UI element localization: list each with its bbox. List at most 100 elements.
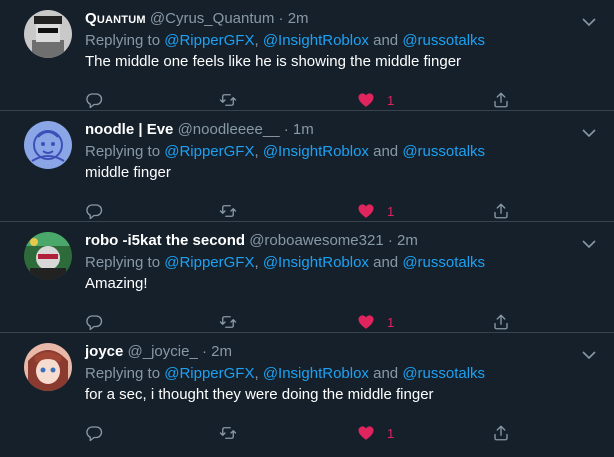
chevron-down-icon[interactable] [582, 14, 596, 27]
retweet-icon [219, 94, 237, 106]
tweet-text: for a sec, i thought they were doing the… [85, 386, 434, 403]
share-button[interactable] [492, 312, 510, 332]
reply-icon [86, 93, 103, 109]
avatar-image [24, 232, 72, 280]
replying-to: Replying to @RipperGFX, @InsightRoblox a… [85, 253, 574, 273]
tweet-actions: 1 [0, 201, 614, 221]
like-button[interactable]: 1 [357, 423, 394, 443]
separator-dot: · [201, 343, 207, 360]
reply-button[interactable] [85, 201, 103, 221]
replying-to: Replying to @RipperGFX, @InsightRoblox a… [85, 142, 574, 162]
reply-tweet[interactable]: joyce @_joycie_ · 2m Replying to @Ripper… [0, 333, 614, 457]
replying-to: Replying to @RipperGFX, @InsightRoblox a… [85, 364, 574, 384]
avatar[interactable] [24, 10, 72, 58]
share-button[interactable] [492, 201, 510, 221]
mention-link[interactable]: @RipperGFX [164, 143, 254, 160]
replying-to-label: Replying to [85, 365, 165, 382]
retweet-button[interactable] [219, 90, 237, 110]
mention-separator: , [254, 365, 263, 382]
tweet-actions: 1 [0, 312, 614, 332]
mention-link[interactable]: @russotalks [402, 32, 485, 49]
user-handle[interactable]: @Cyrus_Quantum [150, 10, 274, 27]
chevron-down-icon[interactable] [582, 125, 596, 138]
display-name[interactable]: robo -i5kat the second [85, 232, 245, 249]
reply-button[interactable] [85, 90, 103, 110]
separator-dot: · [387, 232, 393, 249]
heart-icon [358, 204, 374, 218]
like-button[interactable]: 1 [357, 312, 394, 332]
avatar-image [24, 10, 72, 58]
mention-link[interactable]: @RipperGFX [164, 32, 254, 49]
mention-link[interactable]: @russotalks [402, 254, 485, 271]
reply-button[interactable] [85, 312, 103, 332]
mention-separator: and [368, 32, 403, 49]
user-handle[interactable]: @noodleeee__ [178, 121, 280, 138]
tweet-header: Quantum @Cyrus_Quantum · 2m [85, 9, 574, 29]
share-icon [494, 314, 508, 330]
tweet-header: robo -i5kat the second @roboawesome321 ·… [85, 231, 574, 251]
reply-feed: Quantum @Cyrus_Quantum · 2m Replying to … [0, 0, 614, 457]
reply-tweet[interactable]: robo -i5kat the second @roboawesome321 ·… [0, 222, 614, 333]
retweet-button[interactable] [219, 201, 237, 221]
reply-icon [86, 426, 103, 442]
like-count: 1 [387, 314, 395, 330]
avatar-image [24, 121, 72, 169]
mention-link[interactable]: @InsightRoblox [263, 32, 369, 49]
separator-dot: · [283, 121, 289, 138]
display-name[interactable]: noodle | Eve [85, 121, 173, 138]
share-button[interactable] [492, 423, 510, 443]
mention-separator: and [368, 143, 403, 160]
display-name[interactable]: joyce [85, 343, 123, 360]
avatar[interactable] [24, 232, 72, 280]
mention-link[interactable]: @InsightRoblox [263, 365, 369, 382]
tweet-header: noodle | Eve @noodleeee__ · 1m [85, 120, 574, 140]
mention-link[interactable]: @InsightRoblox [263, 254, 369, 271]
share-icon [494, 425, 508, 441]
replying-to-label: Replying to [85, 143, 165, 160]
reply-icon [86, 204, 103, 220]
share-button[interactable] [492, 90, 510, 110]
timestamp[interactable]: 2m [397, 232, 418, 249]
timestamp[interactable]: 2m [211, 343, 232, 360]
mention-link[interactable]: @InsightRoblox [263, 143, 369, 160]
retweet-button[interactable] [219, 423, 237, 443]
mention-separator: and [368, 365, 403, 382]
tweet-content: Quantum @Cyrus_Quantum · 2m Replying to … [85, 9, 574, 72]
like-button[interactable]: 1 [357, 201, 394, 221]
mention-link[interactable]: @RipperGFX [164, 365, 254, 382]
reply-tweet[interactable]: noodle | Eve @noodleeee__ · 1m Replying … [0, 111, 614, 222]
heart-icon [358, 93, 374, 107]
reply-button[interactable] [85, 423, 103, 443]
timestamp[interactable]: 1m [293, 121, 314, 138]
like-button[interactable]: 1 [357, 90, 394, 110]
share-icon [494, 92, 508, 108]
user-handle[interactable]: @_joycie_ [128, 343, 198, 360]
heart-icon [358, 426, 374, 440]
tweet-text: middle finger [85, 164, 171, 181]
mention-link[interactable]: @RipperGFX [164, 254, 254, 271]
reply-tweet[interactable]: Quantum @Cyrus_Quantum · 2m Replying to … [0, 0, 614, 111]
chevron-down-icon[interactable] [582, 347, 596, 360]
tweet-text: Amazing! [85, 275, 148, 292]
retweet-button[interactable] [219, 312, 237, 332]
mention-separator: , [254, 254, 263, 271]
avatar[interactable] [24, 121, 72, 169]
timestamp[interactable]: 2m [288, 10, 309, 27]
mention-link[interactable]: @russotalks [402, 143, 485, 160]
tweet-content: robo -i5kat the second @roboawesome321 ·… [85, 231, 574, 294]
tweet-content: noodle | Eve @noodleeee__ · 1m Replying … [85, 120, 574, 183]
mention-separator: and [368, 254, 403, 271]
heart-icon [358, 315, 374, 329]
mention-link[interactable]: @russotalks [402, 365, 485, 382]
avatar[interactable] [24, 343, 72, 391]
user-handle[interactable]: @roboawesome321 [249, 232, 383, 249]
retweet-icon [219, 427, 237, 439]
display-name[interactable]: Quantum [85, 10, 146, 27]
chevron-down-icon[interactable] [582, 236, 596, 249]
share-icon [494, 203, 508, 219]
mention-separator: , [254, 143, 263, 160]
replying-to-label: Replying to [85, 32, 165, 49]
mention-separator: , [254, 32, 263, 49]
replying-to-label: Replying to [85, 254, 165, 271]
avatar-image [24, 343, 72, 391]
